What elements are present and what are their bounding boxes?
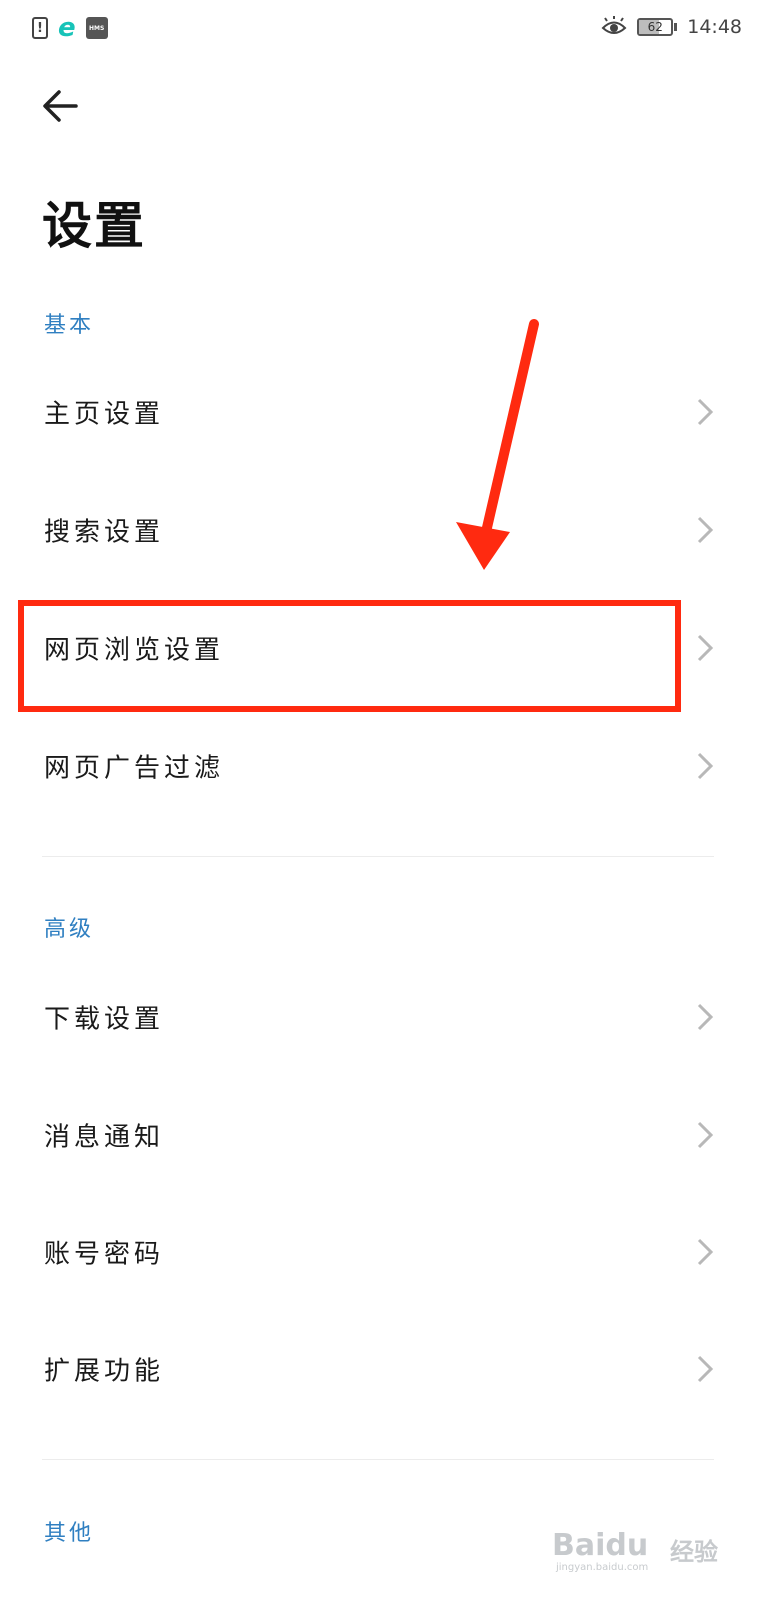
item-label: 网页广告过滤 — [44, 753, 225, 784]
annotation-arrow-icon — [456, 319, 539, 570]
section-header-other: 其他 — [44, 1521, 95, 1546]
settings-item-extensions[interactable]: 扩展功能 — [0, 1310, 770, 1428]
battery-icon: 62 — [637, 18, 678, 36]
status-bar: ! e HMS 62 14:48 — [0, 0, 770, 58]
chevron-right-icon — [697, 398, 714, 426]
chevron-right-icon — [697, 1238, 714, 1266]
chevron-right-icon — [697, 634, 714, 662]
item-label: 账号密码 — [44, 1239, 165, 1270]
back-arrow-icon — [43, 90, 78, 122]
settings-item-download[interactable]: 下载设置 — [0, 958, 770, 1076]
settings-item-search[interactable]: 搜索设置 — [0, 471, 770, 589]
hms-icon: HMS — [85, 17, 108, 39]
item-label: 下载设置 — [44, 1004, 165, 1035]
item-label: 搜索设置 — [44, 517, 165, 548]
settings-item-ad-filter[interactable]: 网页广告过滤 — [0, 707, 770, 825]
settings-item-notifications[interactable]: 消息通知 — [0, 1076, 770, 1194]
battery-level-text: 62 — [647, 20, 663, 34]
section-header-advanced: 高级 — [44, 917, 95, 942]
item-label: 扩展功能 — [44, 1356, 165, 1387]
settings-page: ! e HMS 62 14:48 设置 基本 主页设置 搜索设置 网页浏览设置 … — [0, 0, 770, 1600]
chevron-right-icon — [697, 1355, 714, 1383]
status-left: ! e HMS — [32, 13, 108, 43]
settings-item-account-password[interactable]: 账号密码 — [0, 1193, 770, 1311]
section-header-basic: 基本 — [44, 313, 95, 338]
chevron-right-icon — [697, 752, 714, 780]
section-divider — [42, 1459, 714, 1460]
chevron-right-icon — [697, 516, 714, 544]
chevron-right-icon — [697, 1121, 714, 1149]
back-button[interactable] — [38, 84, 82, 128]
watermark-label: 经验 — [670, 1538, 718, 1566]
watermark-url: jingyan.baidu.com — [556, 1562, 649, 1573]
status-right: 62 14:48 — [601, 16, 742, 38]
page-title: 设置 — [42, 197, 146, 255]
sim-alert-icon: ! — [32, 17, 48, 39]
settings-item-homepage[interactable]: 主页设置 — [0, 353, 770, 471]
item-label: 消息通知 — [44, 1122, 165, 1153]
chevron-right-icon — [697, 1003, 714, 1031]
browser-e-icon: e — [58, 13, 76, 43]
watermark-brand: Baidu — [552, 1528, 649, 1563]
status-time: 14:48 — [687, 16, 742, 38]
section-divider — [42, 856, 714, 857]
baidu-jingyan-watermark: Baidu 经验 jingyan.baidu.com — [552, 1522, 722, 1578]
eye-comfort-icon — [601, 16, 627, 34]
item-label: 主页设置 — [44, 399, 165, 430]
annotation-highlight-box — [18, 600, 681, 712]
